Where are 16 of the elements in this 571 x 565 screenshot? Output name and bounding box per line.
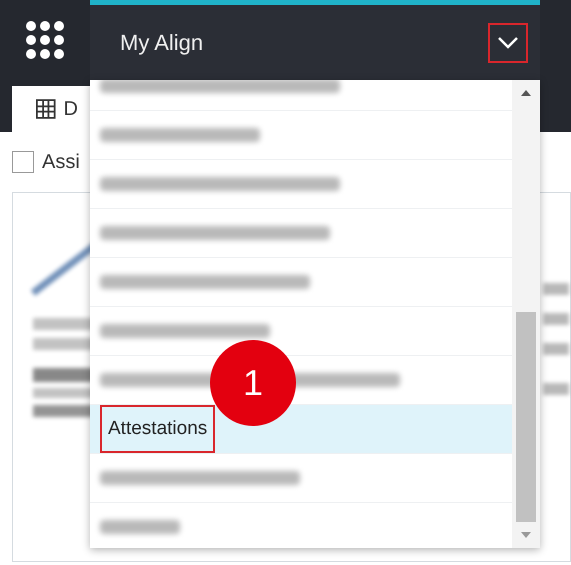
table-icon xyxy=(36,98,56,120)
scrollbar[interactable] xyxy=(512,80,540,548)
filter-label: Assi xyxy=(42,150,80,175)
tab-label: D xyxy=(64,97,78,122)
menu-item[interactable] xyxy=(90,307,512,356)
chevron-down-icon xyxy=(497,36,519,50)
scroll-up-icon[interactable] xyxy=(521,90,531,96)
scroll-down-icon[interactable] xyxy=(521,532,531,538)
dropdown-title: My Align xyxy=(120,29,204,57)
checkbox[interactable] xyxy=(12,151,34,173)
menu-item[interactable]: Attestations xyxy=(90,405,512,454)
app-grid-icon[interactable] xyxy=(25,20,65,60)
chevron-button[interactable] xyxy=(488,22,528,62)
menu-item-label: Attestations xyxy=(100,404,216,454)
dropdown-header[interactable]: My Align xyxy=(90,0,540,80)
scrollbar-thumb[interactable] xyxy=(516,312,536,522)
